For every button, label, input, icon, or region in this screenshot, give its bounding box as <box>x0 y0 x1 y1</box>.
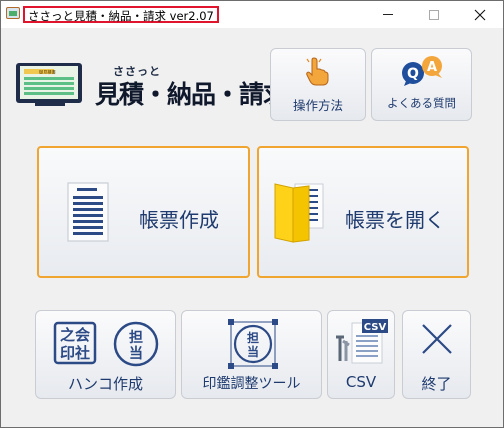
open-document-label: 帳票を開く <box>345 208 445 232</box>
pointing-hand-icon <box>306 56 329 86</box>
app-icon <box>6 7 20 19</box>
csv-label: CSV <box>345 373 377 391</box>
document-icon <box>67 182 109 242</box>
faq-label: よくある質問 <box>387 96 456 110</box>
stamp-bottom-char: 当 <box>247 344 259 359</box>
csv-file-icon: CSV <box>336 319 388 364</box>
app-window: ささっと見積・納品・請求 ver2.07 御見積書 ささっと 見積・納品・請求 … <box>0 0 504 428</box>
faq-button[interactable]: Q A よくある質問 <box>371 48 472 121</box>
maximize-icon <box>429 9 439 20</box>
csv-badge-text: CSV <box>364 322 387 333</box>
stamp-top-char: 担 <box>247 330 259 345</box>
round-seal-bottom: 当 <box>129 345 143 362</box>
window-title: ささっと見積・納品・請求 ver2.07 <box>23 6 219 23</box>
howto-button[interactable]: 操作方法 <box>270 48 366 121</box>
round-seal-icon: 担 当 <box>113 321 159 367</box>
square-seal-icon: 之会 印社 <box>53 321 97 365</box>
minimize-icon <box>383 14 393 15</box>
exit-button[interactable]: 終了 <box>402 310 471 399</box>
folder-open-icon <box>274 183 324 243</box>
faq-q-letter: Q <box>407 66 419 82</box>
maximize-button[interactable] <box>411 1 457 28</box>
close-icon <box>474 9 486 20</box>
hanko-create-button[interactable]: 之会 印社 担 当 ハンコ作成 <box>35 310 176 399</box>
minimize-button[interactable] <box>365 1 411 28</box>
create-document-label: 帳票作成 <box>139 208 219 232</box>
close-button[interactable] <box>457 1 503 28</box>
hanko-create-label: ハンコ作成 <box>67 375 143 393</box>
open-document-button[interactable]: 帳票を開く <box>257 146 469 278</box>
create-document-button[interactable]: 帳票作成 <box>37 146 250 278</box>
csv-button[interactable]: CSV CSV <box>327 310 395 399</box>
howto-label: 操作方法 <box>292 98 343 113</box>
stamp-adjust-label: 印鑑調整ツール <box>202 376 301 392</box>
title-bar: ささっと見積・納品・請求 ver2.07 <box>1 1 503 28</box>
stamp-adjust-button[interactable]: 担 当 印鑑調整ツール <box>181 310 322 399</box>
stamp-adjust-icon: 担 当 <box>228 319 278 369</box>
faq-qa-icon: Q A <box>402 56 442 86</box>
brand-title: 見積・納品・請求 <box>95 80 288 109</box>
close-x-icon <box>422 324 452 354</box>
faq-a-letter: A <box>427 60 437 75</box>
exit-label: 終了 <box>421 375 452 393</box>
square-seal-top: 之会 <box>60 326 90 344</box>
square-seal-bottom: 印社 <box>60 344 90 362</box>
logo-icon: 御見積書 <box>16 63 82 106</box>
round-seal-top: 担 <box>129 329 143 346</box>
logo-sheet-label: 御見積書 <box>39 68 56 75</box>
